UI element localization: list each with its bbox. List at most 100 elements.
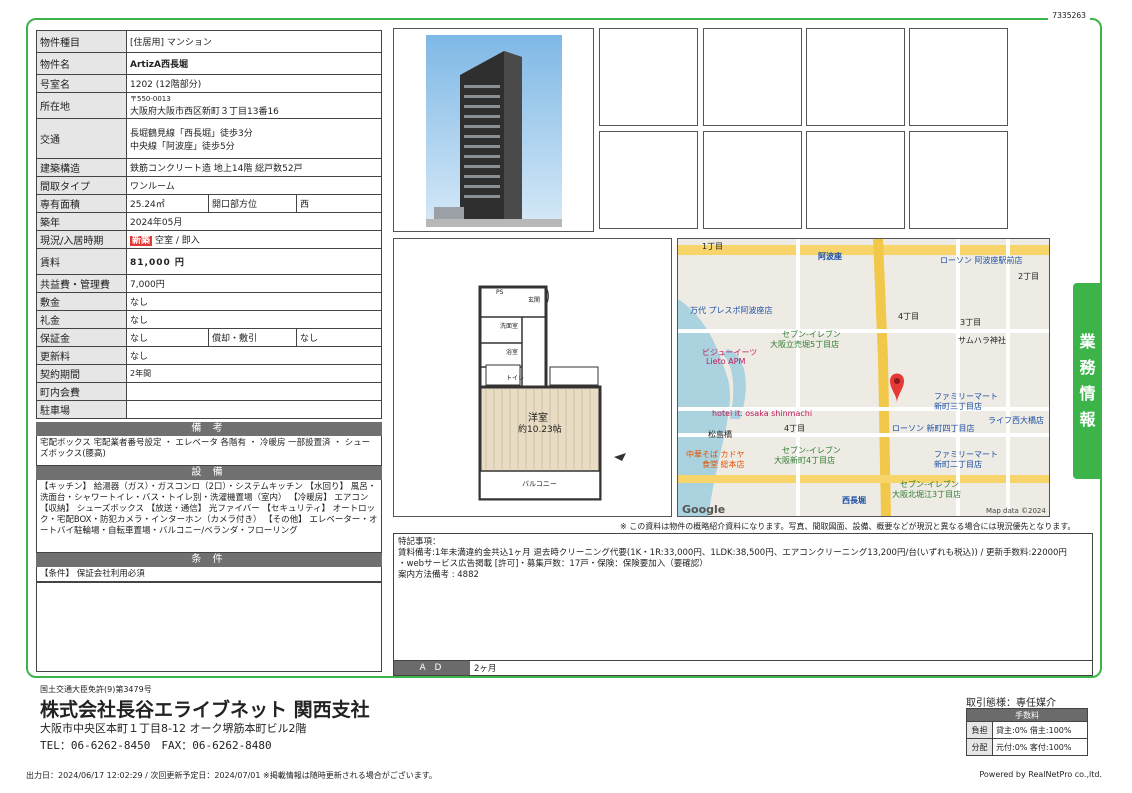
area-label: 専有面積 [36,194,127,213]
status-label: 現況/入居時期 [36,230,127,249]
map-attribution: Map data ©2024 [986,507,1046,515]
assoc-fee-value [126,382,382,401]
amort-label: 償却・敷引 [208,328,297,347]
map-label-3chome: 3丁目 [960,318,982,327]
fee-split-label: 分配 [966,738,993,756]
special-remarks-line-2: ・webサービス広告掲載 [許可]・募集戸数：17戸・保険：保険要加入（要確認） [398,559,708,569]
photo-slot-7 [806,131,905,229]
building-photo [393,28,594,232]
equipment-header: 設 備 [36,466,382,480]
fee-burden-value: 貸主:0% 借主:100% [992,721,1088,739]
mgmt-value: 7,000円 [126,274,382,293]
side-tab-char-2: 務 [1079,358,1096,377]
powered-by: Powered by RealNetPro co.,ltd. [979,770,1102,779]
floor-plan: PS 玄関 洗面室 浴室 トイレ 洋室 約10.23帖 バルコニー [393,238,672,517]
parking-value [126,400,382,419]
fp-balcony-label: バルコニー [522,480,557,488]
address-cell: 〒550-0013 大阪府大阪市西区新町３丁目13番16 [126,92,382,119]
fee-header: 手数料 [966,708,1088,722]
fp-washroom-label: 洗面室 [500,323,519,330]
photo-slot-3 [806,28,905,126]
access-line-2: 中央線「阿波座」徒歩5分 [130,141,235,152]
map-label-4chome-north: 4丁目 [898,312,920,321]
map-station-awaza: 阿波座 [818,252,842,261]
orient-value: 西 [296,194,382,213]
name-label: 物件名 [36,52,127,75]
map-poi-lawson-shinmachi: ローソン 新町四丁目店 [892,424,975,433]
access-cell: 長堀鶴見線「西長堀」徒歩3分 中央線「阿波座」徒歩5分 [126,118,382,159]
special-remarks-line-1: 賃料備考:1年未満違約金共込1ヶ月 退去時クリーニング代要(1K・1R:33,0… [398,548,1067,558]
fp-bath-label: 浴室 [506,349,519,356]
fee-split-value: 元付:0% 客付:100% [992,738,1088,756]
map-label-matsushima: 松島橋 [708,430,732,439]
ad-label: A D [394,661,470,675]
structure-label: 建築構造 [36,158,127,177]
deposit-label: 敷金 [36,292,127,311]
map-poi-mandai: 万代 プレスポ阿波座店 [690,306,773,315]
conditions-body: 【条件】 保証会社利用必須 [36,567,382,582]
assoc-fee-label: 町内会費 [36,382,127,401]
map-label-1chome: 1丁目 [702,242,724,251]
fee-burden-label: 負担 [966,721,993,739]
document-id: 7335263 [1048,11,1090,20]
remarks-body: 宅配ボックス 宅配業者番号設定 ・ エレベータ 各階有 ・ 冷暖房 一部設置済 … [36,436,382,466]
name-value: ArtizA西長堀 [126,52,382,75]
map-poi-samuhara: サムハラ神社 [958,336,1006,345]
map-label-4chome: 4丁目 [784,424,806,433]
equipment-body: 【キッチン】 給湯器（ガス）・ガスコンロ（2口）・システムキッチン 【水回り】 … [36,480,382,553]
rent-value: 81,000 円 [126,248,382,275]
key-money-label: 礼金 [36,310,127,329]
layout-label: 間取タイプ [36,176,127,195]
photo-slot-1 [599,28,698,126]
address-value: 大阪府大阪市西区新町３丁目13番16 [130,107,279,117]
built-label: 築年 [36,212,127,231]
map-poi-life: ライフ西大橋店 [988,416,1044,425]
guarantee-label: 保証金 [36,328,127,347]
type-value: [住居用] マンション [126,30,382,53]
google-logo: Google [682,503,726,516]
fp-entrance-label: 玄関 [528,297,541,304]
building-image [426,35,562,227]
company-address: 大阪市中央区本町１丁目8-12 オーク堺筋本町ビル2階 [40,722,307,735]
structure-value: 鉄筋コンクリート造 地上14階 総戸数52戸 [126,158,382,177]
access-label: 交通 [36,118,127,159]
map-poi-seven-2-branch: 大阪新町4丁目店 [774,456,836,465]
output-date: 出力日：2024/06/17 12:02:29 / 次回更新予定日：2024/0… [26,771,437,780]
map-poi-family-2-branch: 新町二丁目店 [934,460,982,469]
photo-slot-4 [909,28,1008,126]
key-money-value: なし [126,310,382,329]
conditions-header: 条 件 [36,553,382,567]
trade-type: 取引態様：専任媒介 [966,698,1056,709]
type-label: 物件種目 [36,30,127,53]
company-tel-fax: TEL：06-6262-8450 FAX：06-6262-8480 [40,739,272,752]
remarks-header: 備 考 [36,422,382,436]
company-name: 株式会社長谷エライブネット 関西支社 [40,699,370,721]
conditions-empty-area [36,582,382,672]
amort-value: なし [296,328,382,347]
fp-ps-label: PS [496,289,504,296]
special-remarks-title: 特記事項： [398,537,441,547]
fp-toilet-label: トイレ [506,375,525,382]
map-poi-lieto: Lieto APM [706,357,746,366]
map-poi-hotel: hotel it. osaka shinmachi [712,409,813,418]
map-poi-lawson-awaza: ローソン 阿波座駅前店 [940,256,1023,265]
photo-slot-5 [599,131,698,229]
special-remarks: 特記事項： 賃料備考:1年未満違約金共込1ヶ月 退去時クリーニング代要(1K・1… [393,533,1093,661]
business-info-tab[interactable]: 業 務 情 報 [1073,283,1102,479]
map-roads [678,239,1049,516]
location-map[interactable]: 1丁目 阿波座 ローソン 阿波座駅前店 2丁目 万代 プレスポ阿波座店 4丁目 … [677,238,1050,517]
photo-slot-8 [909,131,1008,229]
fp-room-size: 約10.23帖 [518,425,562,435]
north-arrow-icon [614,453,630,465]
side-tab-char-1: 業 [1079,332,1096,351]
ad-row: A D 2ヶ月 [393,661,1093,676]
layout-value: ワンルーム [126,176,382,195]
mgmt-label: 共益費・管理費 [36,274,127,293]
area-value: 25.24㎡ [126,194,209,213]
built-value: 2024年05月 [126,212,382,231]
map-poi-family-1-branch: 新町三丁目店 [934,402,982,411]
license-number: 国土交通大臣免許(9)第3479号 [40,685,152,694]
special-remarks-line-3: 案内方法備考 : 4882 [398,570,479,580]
side-tab-char-4: 報 [1079,410,1096,429]
renewal-value: なし [126,346,382,365]
